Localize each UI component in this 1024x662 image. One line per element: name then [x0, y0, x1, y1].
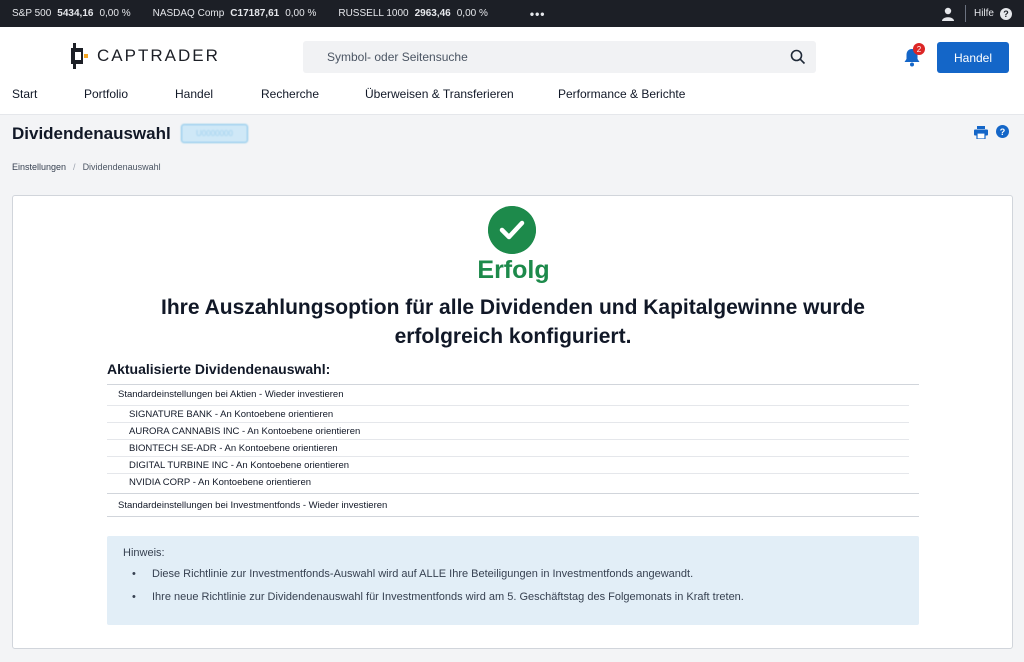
nav-item-recherche[interactable]: Recherche	[261, 87, 319, 101]
stock-default-row: Standardeinstellungen bei Aktien - Wiede…	[118, 389, 344, 400]
trade-button[interactable]: Handel	[937, 42, 1009, 73]
bullet: •	[132, 568, 136, 580]
ticker-nasdaq[interactable]: NASDAQ Comp C17187,61 0,00 %	[153, 8, 317, 19]
dividend-selection-list: Standardeinstellungen bei Aktien - Wiede…	[107, 384, 919, 517]
ticker-russell[interactable]: RUSSELL 1000 2963,46 0,00 %	[338, 8, 488, 19]
fund-default-row: Standardeinstellungen bei Investmentfond…	[107, 493, 919, 517]
note-text: Ihre neue Richtlinie zur Dividendenauswa…	[152, 591, 744, 603]
search-bar	[303, 41, 816, 73]
ticker-change: 0,00 %	[456, 8, 488, 19]
ticker-sp500[interactable]: S&P 500 5434,16 0,00 %	[12, 8, 131, 19]
help-icon[interactable]: ?	[996, 125, 1009, 138]
success-title: Erfolg	[477, 256, 550, 284]
section-title: Aktualisierte Dividendenauswahl:	[107, 361, 331, 377]
logo-text: CAPTRADER	[97, 46, 220, 65]
account-badge[interactable]: U0000000	[181, 124, 248, 143]
list-item: SIGNATURE BANK - An Kontoebene orientier…	[107, 405, 909, 422]
captrader-logo[interactable]: CAPTRADER	[71, 43, 220, 69]
logo-mark-icon	[71, 43, 88, 69]
site-header: CAPTRADER 2 Handel Start Portfolio Hande…	[0, 27, 1024, 115]
nav-item-handel[interactable]: Handel	[175, 87, 213, 101]
list-item: DIGITAL TURBINE INC - An Kontoebene orie…	[107, 456, 909, 473]
ticker-value: 2963,46	[414, 8, 451, 19]
market-ticker-bar: S&P 500 5434,16 0,00 % NASDAQ Comp C1718…	[0, 0, 1024, 27]
nav-item-transfers[interactable]: Überweisen & Transferieren	[365, 87, 514, 101]
nav-item-portfolio[interactable]: Portfolio	[84, 87, 128, 101]
nav-item-performance[interactable]: Performance & Berichte	[558, 87, 685, 101]
breadcrumb-separator: /	[73, 162, 76, 172]
more-icon[interactable]: •••	[530, 7, 546, 21]
list-item: NVIDIA CORP - An Kontoebene orientieren	[107, 473, 909, 490]
info-note: Hinweis: • Diese Richtlinie zur Investme…	[107, 536, 919, 625]
help-link[interactable]: Hilfe	[974, 8, 994, 19]
breadcrumb-item-settings[interactable]: Einstellungen	[12, 162, 66, 172]
ticker-name: S&P 500	[12, 8, 52, 19]
check-circle-icon	[488, 206, 536, 254]
bullet: •	[132, 591, 136, 603]
notification-badge: 2	[913, 43, 925, 55]
note-title: Hinweis:	[123, 547, 165, 559]
ticker-name: RUSSELL 1000	[338, 8, 409, 19]
print-icon[interactable]	[974, 126, 988, 139]
note-text: Diese Richtlinie zur Investmentfonds-Aus…	[152, 568, 694, 580]
breadcrumb-item-current: Dividendenauswahl	[82, 162, 161, 172]
divider	[964, 5, 966, 22]
page-title: Dividendenauswahl	[12, 124, 171, 143]
search-icon[interactable]	[790, 49, 806, 65]
list-item: BIONTECH SE-ADR - An Kontoebene orientie…	[107, 439, 909, 456]
ticker-change: 0,00 %	[285, 8, 317, 19]
nav-item-start[interactable]: Start	[12, 87, 37, 101]
ticker-value: C17187,61	[230, 8, 280, 19]
ticker-value: 5434,16	[57, 8, 94, 19]
ticker-change: 0,00 %	[99, 8, 131, 19]
breadcrumb: Einstellungen / Dividendenauswahl	[12, 162, 161, 172]
list-item: • Ihre neue Richtlinie zur Dividendenaus…	[123, 591, 919, 603]
user-icon[interactable]	[941, 7, 955, 21]
search-input[interactable]	[303, 50, 773, 64]
list-item: • Diese Richtlinie zur Investmentfonds-A…	[123, 568, 919, 580]
ticker-name: NASDAQ Comp	[152, 8, 225, 19]
result-card: Erfolg Ihre Auszahlungsoption für alle D…	[12, 195, 1013, 649]
list-item: AURORA CANNABIS INC - An Kontoebene orie…	[107, 422, 909, 439]
help-icon[interactable]: ?	[1000, 7, 1012, 20]
success-message: Ihre Auszahlungsoption für alle Dividend…	[161, 296, 865, 348]
